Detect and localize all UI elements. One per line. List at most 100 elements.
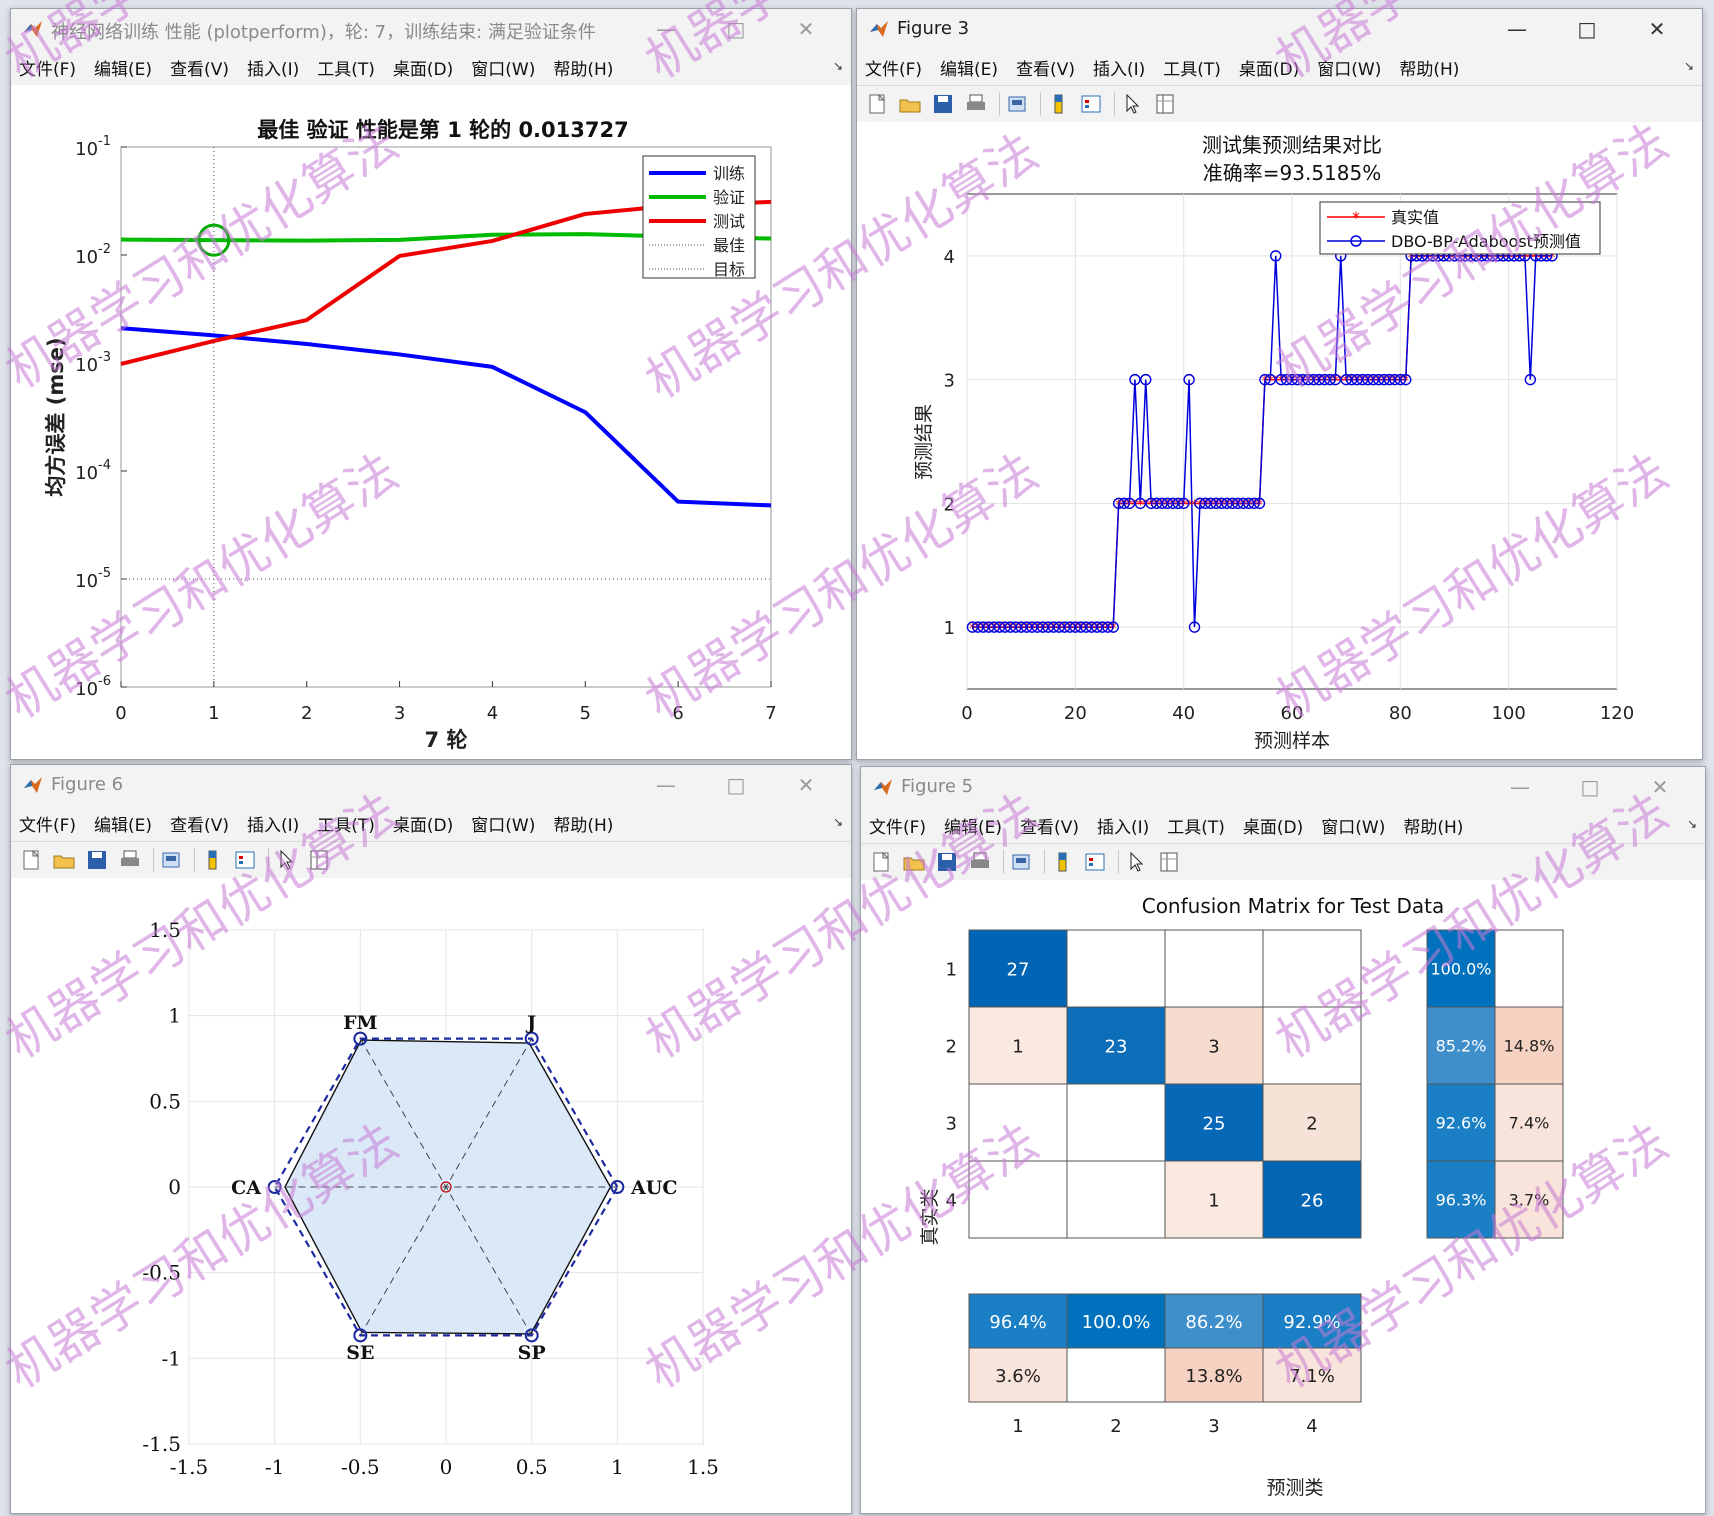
new-file-icon[interactable] xyxy=(865,92,889,116)
menu-file[interactable]: 文件(F) xyxy=(19,811,76,836)
minimize-icon[interactable]: — xyxy=(631,15,701,43)
window-title: 神经网络训练 性能 (plotperform)，轮: 7，训练结束: 满足验证条… xyxy=(51,22,596,43)
print-preview-icon[interactable] xyxy=(1009,850,1033,874)
menu-desktop[interactable]: 桌面(D) xyxy=(1239,55,1299,80)
titlebar[interactable]: 神经网络训练 性能 (plotperform)，轮: 7，训练结束: 满足验证条… xyxy=(11,9,851,49)
titlebar[interactable]: Figure 6 — □ ✕ xyxy=(11,765,851,805)
print-preview-icon[interactable] xyxy=(159,848,183,872)
menu-overflow-icon[interactable]: ↘ xyxy=(833,815,843,829)
close-icon[interactable]: ✕ xyxy=(1622,15,1692,43)
legend-icon[interactable] xyxy=(1079,92,1103,116)
property-inspector-icon[interactable] xyxy=(307,848,331,872)
y-tick-label: 1.5 xyxy=(149,918,181,942)
x-tick-label: 0 xyxy=(961,703,972,724)
confusion-cell xyxy=(1066,929,1166,1008)
menu-edit[interactable]: 编辑(E) xyxy=(94,55,152,80)
confusion-cell-value: 23 xyxy=(1105,1037,1128,1058)
menu-edit[interactable]: 编辑(E) xyxy=(944,813,1002,838)
menu-overflow-icon[interactable]: ↘ xyxy=(1684,59,1694,73)
menu-tools[interactable]: 工具(T) xyxy=(317,811,375,836)
open-folder-icon[interactable] xyxy=(52,848,76,872)
menu-window[interactable]: 窗口(W) xyxy=(471,55,535,80)
colorbar-icon[interactable] xyxy=(1050,850,1074,874)
close-icon[interactable]: ✕ xyxy=(771,15,841,43)
pointer-icon[interactable] xyxy=(274,848,298,872)
open-folder-icon[interactable] xyxy=(902,850,926,874)
save-icon[interactable] xyxy=(935,850,959,874)
minimize-icon[interactable]: — xyxy=(1485,773,1555,801)
menu-insert[interactable]: 插入(I) xyxy=(1093,55,1145,80)
colorbar-icon[interactable] xyxy=(200,848,224,872)
close-icon[interactable]: ✕ xyxy=(1625,773,1695,801)
menu-overflow-icon[interactable]: ↘ xyxy=(1687,817,1697,831)
menu-insert[interactable]: 插入(I) xyxy=(247,811,299,836)
y-tick-label: 1 xyxy=(946,960,957,981)
menu-window[interactable]: 窗口(W) xyxy=(471,811,535,836)
chart-title: 最佳 验证 性能是第 1 轮的 0.013727 xyxy=(257,118,628,142)
y-tick-label: 4 xyxy=(944,247,955,268)
print-icon[interactable] xyxy=(968,850,992,874)
menu-file[interactable]: 文件(F) xyxy=(19,55,76,80)
row-summary-value: 3.7% xyxy=(1509,1191,1550,1210)
print-preview-icon[interactable] xyxy=(1005,92,1029,116)
legend-icon[interactable] xyxy=(1083,850,1107,874)
x-tick-label: 0 xyxy=(115,703,126,724)
menu-edit[interactable]: 编辑(E) xyxy=(94,811,152,836)
colorbar-icon[interactable] xyxy=(1046,92,1070,116)
menu-window[interactable]: 窗口(W) xyxy=(1317,55,1381,80)
new-file-icon[interactable] xyxy=(19,848,43,872)
confusion-cell xyxy=(1066,1160,1166,1239)
titlebar[interactable]: Figure 5 — □ ✕ xyxy=(861,767,1705,807)
legend-entry-best: 最佳 xyxy=(713,236,745,255)
toolbar-separator xyxy=(194,848,195,872)
maximize-icon[interactable]: □ xyxy=(701,15,771,43)
x-tick-label: 1.5 xyxy=(687,1455,719,1479)
save-icon[interactable] xyxy=(85,848,109,872)
menu-file[interactable]: 文件(F) xyxy=(865,55,922,80)
menu-view[interactable]: 查看(V) xyxy=(1020,813,1079,838)
menu-help[interactable]: 帮助(H) xyxy=(553,811,613,836)
menu-view[interactable]: 查看(V) xyxy=(170,811,229,836)
menu-help[interactable]: 帮助(H) xyxy=(553,55,613,80)
menu-desktop[interactable]: 桌面(D) xyxy=(393,811,453,836)
maximize-icon[interactable]: □ xyxy=(1555,773,1625,801)
legend-icon[interactable] xyxy=(233,848,257,872)
menu-tools[interactable]: 工具(T) xyxy=(317,55,375,80)
minimize-icon[interactable]: — xyxy=(1482,15,1552,43)
menu-view[interactable]: 查看(V) xyxy=(1016,55,1075,80)
menu-help[interactable]: 帮助(H) xyxy=(1403,813,1463,838)
menu-tools[interactable]: 工具(T) xyxy=(1163,55,1221,80)
confusion-cell-value: 3 xyxy=(1208,1037,1219,1058)
menu-file[interactable]: 文件(F) xyxy=(869,813,926,838)
menu-overflow-icon[interactable]: ↘ xyxy=(833,59,843,73)
menu-edit[interactable]: 编辑(E) xyxy=(940,55,998,80)
titlebar[interactable]: Figure 3 — □ ✕ xyxy=(857,9,1702,49)
save-icon[interactable] xyxy=(931,92,955,116)
chart-subtitle: 准确率=93.5185% xyxy=(1203,161,1381,185)
maximize-icon[interactable]: □ xyxy=(1552,15,1622,43)
menu-help[interactable]: 帮助(H) xyxy=(1399,55,1459,80)
open-folder-icon[interactable] xyxy=(898,92,922,116)
radar-chart: -1.5 -1 -0.5 0 0.5 1 1.5 1.5 1 0.5 0 -0.5 -1 -1.5 AUC… xyxy=(142,918,719,1479)
menu-tools[interactable]: 工具(T) xyxy=(1167,813,1225,838)
print-icon[interactable] xyxy=(964,92,988,116)
close-icon[interactable]: ✕ xyxy=(771,771,841,799)
property-inspector-icon[interactable] xyxy=(1157,850,1181,874)
maximize-icon[interactable]: □ xyxy=(701,771,771,799)
property-inspector-icon[interactable] xyxy=(1153,92,1177,116)
menu-desktop[interactable]: 桌面(D) xyxy=(393,55,453,80)
menu-view[interactable]: 查看(V) xyxy=(170,55,229,80)
legend-entry-train: 训练 xyxy=(713,164,745,183)
new-file-icon[interactable] xyxy=(869,850,893,874)
menu-insert[interactable]: 插入(I) xyxy=(1097,813,1149,838)
pointer-icon[interactable] xyxy=(1120,92,1144,116)
menu-insert[interactable]: 插入(I) xyxy=(247,55,299,80)
pointer-icon[interactable] xyxy=(1124,850,1148,874)
y-tick-label: 10-6 xyxy=(75,674,111,700)
toolbar-separator xyxy=(1118,850,1119,874)
menu-desktop[interactable]: 桌面(D) xyxy=(1243,813,1303,838)
minimize-icon[interactable]: — xyxy=(631,771,701,799)
print-icon[interactable] xyxy=(118,848,142,872)
menu-window[interactable]: 窗口(W) xyxy=(1321,813,1385,838)
x-tick-label: 0 xyxy=(440,1455,453,1479)
